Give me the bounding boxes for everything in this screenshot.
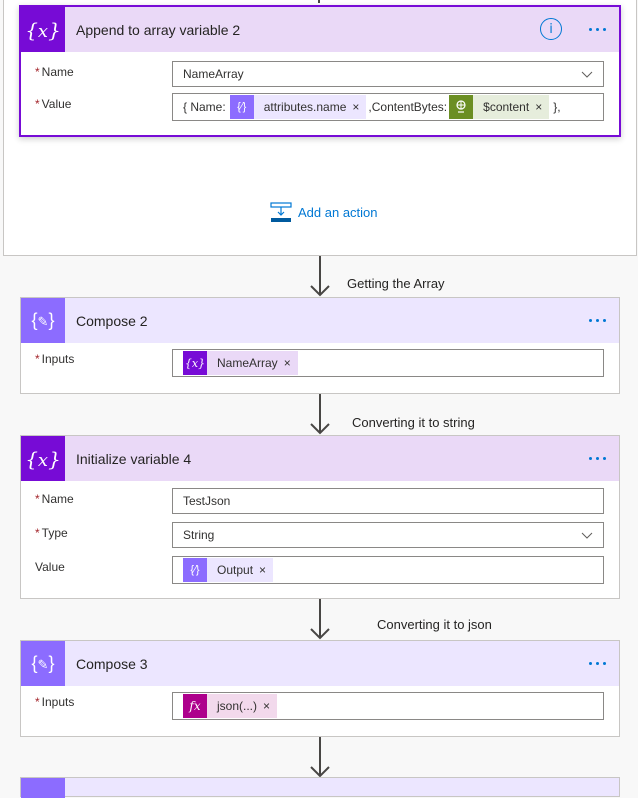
token-text: attributes.name <box>263 100 347 114</box>
more-options-icon[interactable] <box>589 450 606 466</box>
name-value: TestJson <box>183 494 231 508</box>
inputs-field[interactable]: {x} NameArray × <box>172 349 604 377</box>
add-an-action-button[interactable]: Add an action <box>270 202 378 222</box>
card-title: Append to array variable 2 <box>76 21 241 38</box>
inputs-label: * Inputs <box>35 352 75 366</box>
compose-2-card[interactable]: {✎} Compose 2 * Inputs {x} NameArray × <box>20 297 620 394</box>
token-text: NameArray <box>217 356 278 370</box>
connector-caption: Getting the Array <box>347 276 445 291</box>
value-input[interactable]: { Name: {⁄} attributes.name × ,ContentBy… <box>172 93 604 121</box>
connector-caption: Converting it to json <box>377 617 492 632</box>
value-row: Value {⁄} Output × <box>21 556 619 588</box>
more-options-icon[interactable] <box>589 21 606 37</box>
remove-token-icon[interactable]: × <box>259 558 273 582</box>
value-text: }, <box>553 100 561 114</box>
info-icon[interactable]: i <box>540 18 562 40</box>
variable-icon: {x} <box>183 351 207 375</box>
remove-token-icon[interactable]: × <box>284 351 298 375</box>
card-header[interactable]: {x} Initialize variable 4 <box>21 436 619 481</box>
connector-arrow <box>310 394 330 435</box>
append-to-array-card[interactable]: {x} Append to array variable 2 i * Name N… <box>19 5 621 137</box>
fx-icon: fx <box>183 694 207 718</box>
variable-icon: {x} <box>21 436 65 481</box>
next-action-card[interactable] <box>20 777 620 798</box>
token-output[interactable]: {⁄} Output × <box>183 558 274 582</box>
card-title: Compose 2 <box>76 312 148 329</box>
connector-caption: Converting it to string <box>352 415 475 430</box>
token-json[interactable]: fx json(...) × <box>183 694 278 718</box>
dynamic-content-icon: {⁄} <box>229 95 254 119</box>
name-label: * Name <box>35 65 74 79</box>
connector-arrow <box>310 256 330 297</box>
dynamic-content-icon: {⁄} <box>183 558 207 582</box>
value-text: ,ContentBytes: <box>368 100 448 114</box>
value-text: { Name: <box>183 100 226 114</box>
card-header[interactable]: {✎} Compose 3 <box>21 641 619 686</box>
chevron-down-icon <box>581 71 593 78</box>
name-row: * Name NameArray <box>21 61 619 93</box>
type-dropdown[interactable]: String <box>172 522 604 548</box>
card-title: Compose 3 <box>76 655 148 672</box>
inputs-field[interactable]: fx json(...) × <box>172 692 604 720</box>
compose-3-card[interactable]: {✎} Compose 3 * Inputs fx json(...) × <box>20 640 620 737</box>
value-label: Value <box>35 560 65 574</box>
token-text: json(...) <box>217 699 258 713</box>
name-row: * Name TestJson <box>21 488 619 520</box>
add-action-label: Add an action <box>298 204 378 220</box>
card-title: Initialize variable 4 <box>76 450 192 467</box>
type-label: * Type <box>35 526 68 540</box>
token-namearray[interactable]: {x} NameArray × <box>183 351 298 375</box>
content-globe-icon <box>449 95 474 119</box>
name-value: NameArray <box>183 67 244 81</box>
add-action-icon <box>270 202 292 222</box>
compose-icon <box>21 778 65 798</box>
connector-arrow <box>310 737 330 778</box>
token-text: $content <box>483 100 530 114</box>
value-row: * Value { Name: {⁄} attributes.name × ,Co… <box>21 93 619 125</box>
inputs-row: * Inputs {x} NameArray × <box>21 349 619 381</box>
remove-token-icon[interactable]: × <box>352 95 366 119</box>
remove-token-icon[interactable]: × <box>535 95 549 119</box>
card-header[interactable]: {✎} Compose 2 <box>21 298 619 343</box>
remove-token-icon[interactable]: × <box>263 694 277 718</box>
name-label: * Name <box>35 492 74 506</box>
value-input[interactable]: {⁄} Output × <box>172 556 604 584</box>
more-options-icon[interactable] <box>589 312 606 328</box>
connector-arrow <box>310 599 330 640</box>
chevron-down-icon <box>581 532 593 539</box>
inputs-row: * Inputs fx json(...) × <box>21 692 619 724</box>
name-input[interactable]: TestJson <box>172 488 604 514</box>
token-text: Output <box>217 563 254 577</box>
inputs-label: * Inputs <box>35 695 75 709</box>
token-attributes-name[interactable]: {⁄} attributes.name × <box>229 95 367 119</box>
initialize-variable-4-card[interactable]: {x} Initialize variable 4 * Name TestJson… <box>20 435 620 599</box>
card-header[interactable]: {x} Append to array variable 2 i <box>21 7 619 52</box>
more-options-icon[interactable] <box>589 655 606 671</box>
name-dropdown[interactable]: NameArray <box>172 61 604 87</box>
token-content[interactable]: $content × <box>449 95 550 119</box>
type-row: * Type String <box>21 522 619 554</box>
connector-stub <box>318 0 320 3</box>
compose-icon: {✎} <box>21 641 65 686</box>
type-value: String <box>183 528 215 542</box>
value-label: * Value <box>35 97 72 111</box>
variable-icon: {x} <box>21 7 65 52</box>
compose-icon: {✎} <box>21 298 65 343</box>
